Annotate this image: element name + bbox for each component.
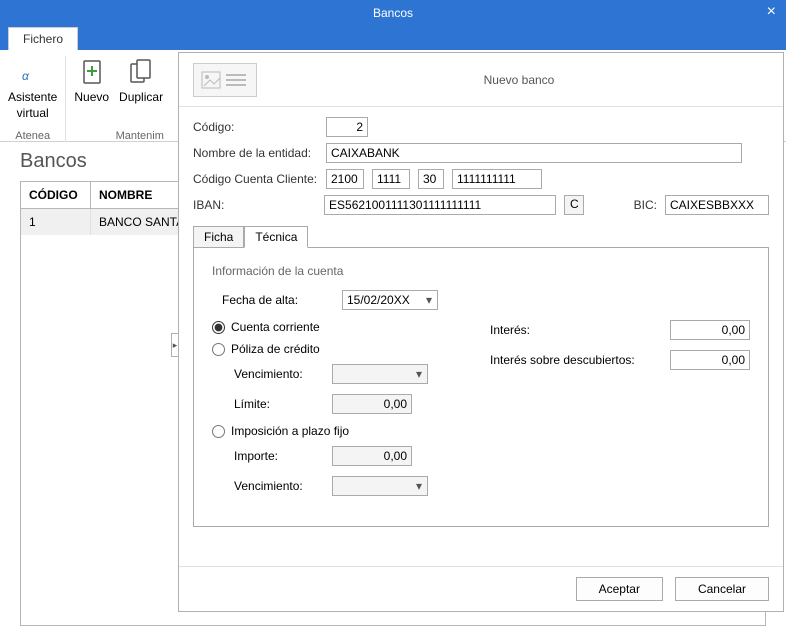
label-plazo: Imposición a plazo fijo <box>231 424 349 438</box>
input-ccc-dc[interactable] <box>418 169 444 189</box>
duplicate-button[interactable]: Duplicar <box>119 56 163 104</box>
chevron-down-icon[interactable]: ▾ <box>421 293 437 307</box>
tab-fichero[interactable]: Fichero <box>8 27 78 50</box>
plazo-venc-field[interactable]: ▾ <box>332 476 428 496</box>
duplicate-icon <box>125 56 157 88</box>
alpha-icon: α <box>17 56 49 88</box>
cell-code: 1 <box>21 209 91 235</box>
dialog-header: Nuevo banco <box>179 53 783 107</box>
input-ccc-office[interactable] <box>372 169 410 189</box>
new-button[interactable]: Nuevo <box>74 56 109 104</box>
menu-bar: Fichero <box>0 25 786 50</box>
collapse-handle[interactable]: ▸ <box>171 333 179 357</box>
tab-tecnica[interactable]: Técnica <box>244 226 308 248</box>
poliza-venc-field[interactable]: ▾ <box>332 364 428 384</box>
label-plazo-venc: Vencimiento: <box>234 479 322 493</box>
cancel-button[interactable]: Cancelar <box>675 577 769 601</box>
new-bank-dialog: ▸ Nuevo banco Código: Nombre de la entid… <box>178 52 784 612</box>
label-interes-desc: Interés sobre descubiertos: <box>490 353 660 367</box>
duplicate-label: Duplicar <box>119 90 163 104</box>
input-fecha-alta[interactable] <box>343 291 421 309</box>
input-interes[interactable] <box>670 320 750 340</box>
label-bic: BIC: <box>634 198 657 212</box>
ribbon-group-atenea: α Asistente virtual Atenea <box>0 56 66 142</box>
label-nombre: Nombre de la entidad: <box>193 146 318 160</box>
label-codigo: Código: <box>193 120 318 134</box>
label-poliza: Póliza de crédito <box>231 342 320 356</box>
label-ccc: Código Cuenta Cliente: <box>193 172 318 186</box>
dialog-tabs: Ficha Técnica <box>193 225 769 247</box>
label-iban: IBAN: <box>193 198 316 212</box>
compute-iban-button[interactable]: C <box>564 195 584 215</box>
label-poliza-limite: Límite: <box>234 397 322 411</box>
dialog-image-icon <box>193 63 257 97</box>
section-title: Información de la cuenta <box>212 264 750 278</box>
radio-cuenta-corriente[interactable] <box>212 321 225 334</box>
dialog-body: Código: Nombre de la entidad: Código Cue… <box>179 107 783 566</box>
input-plazo-venc[interactable] <box>333 477 411 495</box>
input-ccc-account[interactable] <box>452 169 542 189</box>
ribbon-group-label: Atenea <box>15 130 50 142</box>
date-alta-field[interactable]: ▾ <box>342 290 438 310</box>
tab-panel-tecnica: Información de la cuenta Fecha de alta: … <box>193 247 769 527</box>
input-codigo[interactable] <box>326 117 368 137</box>
input-nombre[interactable] <box>326 143 742 163</box>
window-titlebar: Bancos × <box>0 0 786 25</box>
assistant-button[interactable]: α Asistente virtual <box>8 56 57 120</box>
input-poliza-venc[interactable] <box>333 365 411 383</box>
new-document-icon <box>76 56 108 88</box>
chevron-down-icon[interactable]: ▾ <box>411 367 427 381</box>
chevron-down-icon[interactable]: ▾ <box>411 479 427 493</box>
input-poliza-limite[interactable] <box>332 394 412 414</box>
dialog-footer: Aceptar Cancelar <box>179 566 783 611</box>
accept-button[interactable]: Aceptar <box>576 577 663 601</box>
assistant-label-2: virtual <box>17 106 49 120</box>
label-plazo-importe: Importe: <box>234 449 322 463</box>
input-plazo-importe[interactable] <box>332 446 412 466</box>
label-cuenta-corriente: Cuenta corriente <box>231 320 320 334</box>
svg-text:α: α <box>22 69 30 83</box>
col-header-code[interactable]: CÓDIGO <box>21 182 91 208</box>
close-icon[interactable]: × <box>767 3 776 21</box>
tab-ficha[interactable]: Ficha <box>193 226 244 248</box>
input-interes-desc[interactable] <box>670 350 750 370</box>
input-iban[interactable] <box>324 195 556 215</box>
window-title: Bancos <box>373 6 413 20</box>
radio-poliza[interactable] <box>212 343 225 356</box>
assistant-label-1: Asistente <box>8 90 57 104</box>
radio-plazo[interactable] <box>212 425 225 438</box>
input-ccc-entity[interactable] <box>326 169 364 189</box>
ribbon-group-label-2: Mantenim <box>116 130 164 142</box>
label-fecha-alta: Fecha de alta: <box>222 293 332 307</box>
label-interes: Interés: <box>490 323 660 337</box>
dialog-title: Nuevo banco <box>269 73 769 87</box>
label-poliza-venc: Vencimiento: <box>234 367 322 381</box>
new-label: Nuevo <box>74 90 109 104</box>
input-bic[interactable] <box>665 195 769 215</box>
